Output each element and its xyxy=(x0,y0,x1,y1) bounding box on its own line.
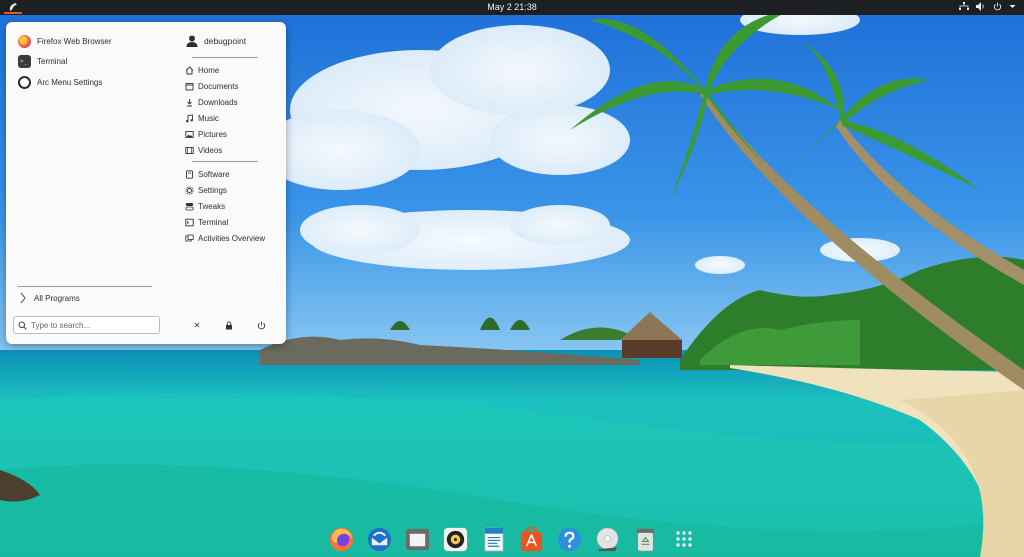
power-icon xyxy=(257,321,265,329)
software-center-icon xyxy=(520,526,543,551)
rhythmbox-icon xyxy=(443,527,468,551)
dock-firefox[interactable] xyxy=(326,524,357,555)
menu-app-firefox[interactable]: Firefox Web Browser xyxy=(18,33,112,49)
shortcut-label: Tweaks xyxy=(198,201,226,211)
shortcut-tweaks[interactable]: Tweaks xyxy=(184,199,225,213)
search-field[interactable] xyxy=(13,316,160,334)
music-icon xyxy=(184,113,194,123)
settings-icon xyxy=(184,185,194,195)
dock-dvd[interactable] xyxy=(592,524,623,555)
files-icon xyxy=(405,528,430,550)
dock-trash[interactable] xyxy=(630,524,661,555)
place-label: Music xyxy=(198,113,219,123)
menu-app-label: Firefox Web Browser xyxy=(37,36,112,46)
dock xyxy=(320,521,704,557)
user-name: debugpoint xyxy=(204,36,247,46)
shortcut-settings[interactable]: Settings xyxy=(184,183,227,197)
shortcut-activities-overview[interactable]: Activities Overview xyxy=(184,231,265,245)
dock-rhythmbox[interactable] xyxy=(440,524,471,555)
all-programs-label: All Programs xyxy=(34,293,80,303)
system-tray[interactable] xyxy=(959,2,1016,14)
search-icon xyxy=(18,321,27,330)
place-music[interactable]: Music xyxy=(184,111,219,125)
writer-icon xyxy=(484,527,504,551)
top-bar: May 2 21:38 xyxy=(0,0,1024,15)
all-programs-button[interactable]: All Programs xyxy=(20,292,80,304)
terminal-icon xyxy=(184,217,194,227)
power-icon[interactable] xyxy=(993,2,1002,14)
dock-thunderbird[interactable] xyxy=(364,524,395,555)
user-account[interactable]: debugpoint xyxy=(186,35,246,47)
menu-app-label: Arc Menu Settings xyxy=(37,77,103,87)
show-apps-icon xyxy=(675,531,692,547)
shortcut-software[interactable]: Software xyxy=(184,167,230,181)
volume-icon[interactable] xyxy=(976,2,986,14)
software-icon xyxy=(184,169,194,179)
network-icon[interactable] xyxy=(959,2,969,14)
dock-show-apps[interactable] xyxy=(668,524,699,555)
chevron-right-icon xyxy=(20,292,26,304)
dvd-icon xyxy=(596,527,619,551)
activities-icon xyxy=(184,233,194,243)
downloads-icon xyxy=(184,97,194,107)
menu-app-terminal[interactable]: >_ Terminal xyxy=(18,53,67,69)
shortcut-label: Activities Overview xyxy=(198,233,266,243)
place-pictures[interactable]: Pictures xyxy=(184,127,227,141)
place-documents[interactable]: Documents xyxy=(184,79,238,93)
shortcut-terminal[interactable]: Terminal xyxy=(184,215,228,229)
shortcut-label: Terminal xyxy=(198,217,229,227)
separator xyxy=(18,286,152,287)
place-downloads[interactable]: Downloads xyxy=(184,95,238,109)
lock-icon xyxy=(226,321,232,329)
place-label: Home xyxy=(198,65,220,75)
place-label: Downloads xyxy=(198,97,238,107)
menu-app-label: Terminal xyxy=(37,56,68,66)
close-icon: ✕ xyxy=(193,320,201,330)
arc-menu-settings-icon xyxy=(18,75,31,89)
dock-software-center[interactable] xyxy=(516,524,547,555)
videos-icon xyxy=(184,145,194,155)
terminal-icon: >_ xyxy=(18,54,31,68)
place-label: Pictures xyxy=(198,129,227,139)
separator xyxy=(192,57,258,58)
lock-button[interactable] xyxy=(222,319,236,331)
power-off-button[interactable] xyxy=(254,319,268,331)
separator xyxy=(192,161,258,162)
chevron-down-icon[interactable] xyxy=(1009,2,1016,14)
firefox-icon xyxy=(329,527,354,551)
help-icon xyxy=(557,527,582,551)
home-icon xyxy=(184,65,194,75)
dock-help[interactable] xyxy=(554,524,585,555)
shortcut-label: Settings xyxy=(198,185,227,195)
documents-icon xyxy=(184,81,194,91)
firefox-icon xyxy=(18,34,31,48)
place-label: Videos xyxy=(198,145,223,155)
place-videos[interactable]: Videos xyxy=(184,143,222,157)
clock[interactable]: May 2 21:38 xyxy=(0,2,1024,12)
user-icon xyxy=(186,35,198,47)
tweaks-icon xyxy=(184,201,194,211)
place-home[interactable]: Home xyxy=(184,63,219,77)
dock-files[interactable] xyxy=(402,524,433,555)
menu-app-arc-menu-settings[interactable]: Arc Menu Settings xyxy=(18,74,102,90)
search-input[interactable] xyxy=(31,320,151,330)
arc-menu-panel: Firefox Web Browser >_ Terminal Arc Menu… xyxy=(6,22,286,344)
place-label: Documents xyxy=(198,81,239,91)
close-menu-button[interactable]: ✕ xyxy=(190,319,204,331)
thunderbird-icon xyxy=(367,527,392,551)
dock-libreoffice-writer[interactable] xyxy=(478,524,509,555)
shortcut-label: Software xyxy=(198,169,230,179)
trash-icon xyxy=(636,528,655,551)
pictures-icon xyxy=(184,129,194,139)
